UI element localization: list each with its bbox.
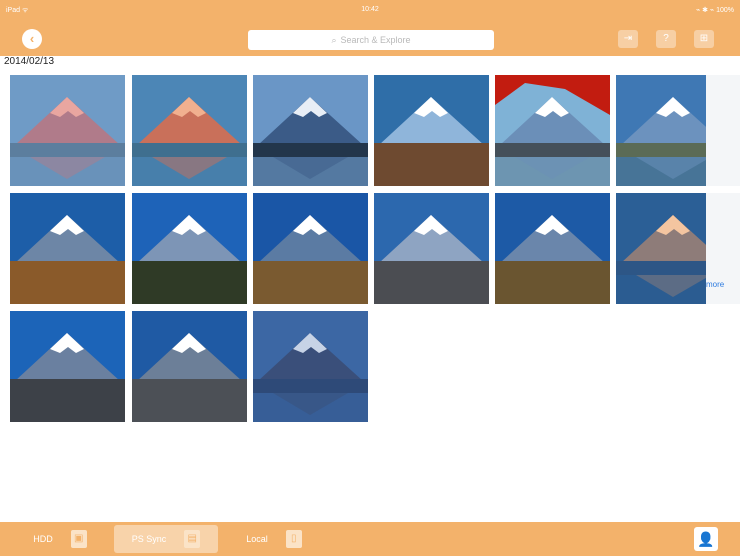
photo-thumbnail[interactable]	[10, 193, 125, 304]
back-icon[interactable]: ‹	[22, 29, 42, 49]
top-toolbar: ‹ ⌕ Search & Explore ⇥ ? ⊞	[0, 22, 740, 56]
tab-ps-sync-label: PS Sync	[131, 534, 167, 544]
photo-thumbnail[interactable]	[132, 193, 247, 304]
photo-thumbnail[interactable]	[10, 311, 125, 422]
photo-thumbnail[interactable]	[495, 193, 610, 304]
photo-thumbnail[interactable]	[253, 193, 368, 304]
share-icon[interactable]: ⇥	[618, 30, 638, 48]
tablet-icon: ▯	[285, 530, 302, 548]
clock: 10:42	[361, 6, 379, 13]
search-icon: ⌕	[331, 35, 337, 45]
photo-thumbnail[interactable]	[132, 311, 247, 422]
search-placeholder: Search & Explore	[340, 35, 411, 45]
user-icon[interactable]: 👤	[694, 527, 718, 551]
tab-local[interactable]: Local ▯	[222, 525, 326, 553]
bottom-toolbar: HDD ▣ PS Sync ▤ Local ▯ 👤	[0, 522, 740, 556]
photo-thumbnail[interactable]	[374, 75, 489, 186]
photo-thumbnail[interactable]	[253, 75, 368, 186]
more-link[interactable]: more	[706, 280, 724, 289]
hdd-icon: ▣	[70, 530, 87, 548]
photo-thumbnail[interactable]	[253, 311, 368, 422]
battery-status: ⌁ ✱ ⌁ 100%	[695, 7, 734, 14]
tab-hdd[interactable]: HDD ▣	[10, 525, 110, 553]
photo-thumbnail[interactable]	[132, 75, 247, 186]
search-field[interactable]: ⌕ Search & Explore	[248, 30, 494, 50]
document-icon: ▤	[184, 530, 201, 548]
date-section-header: 2014/02/13	[4, 56, 55, 67]
photo-thumbnail[interactable]	[10, 75, 125, 186]
tab-local-label: Local	[246, 534, 268, 544]
status-bar: iPad ᯤ 10:42 ⌁ ✱ ⌁ 100%	[0, 0, 740, 22]
tab-hdd-label: HDD	[33, 534, 53, 544]
photo-thumbnail[interactable]	[374, 193, 489, 304]
photo-thumbnail[interactable]	[495, 75, 610, 186]
help-icon[interactable]: ?	[656, 30, 676, 48]
thumbnail-partial	[706, 75, 740, 186]
tab-ps-sync[interactable]: PS Sync ▤	[114, 525, 218, 553]
select-mode-icon[interactable]: ⊞	[694, 30, 714, 48]
